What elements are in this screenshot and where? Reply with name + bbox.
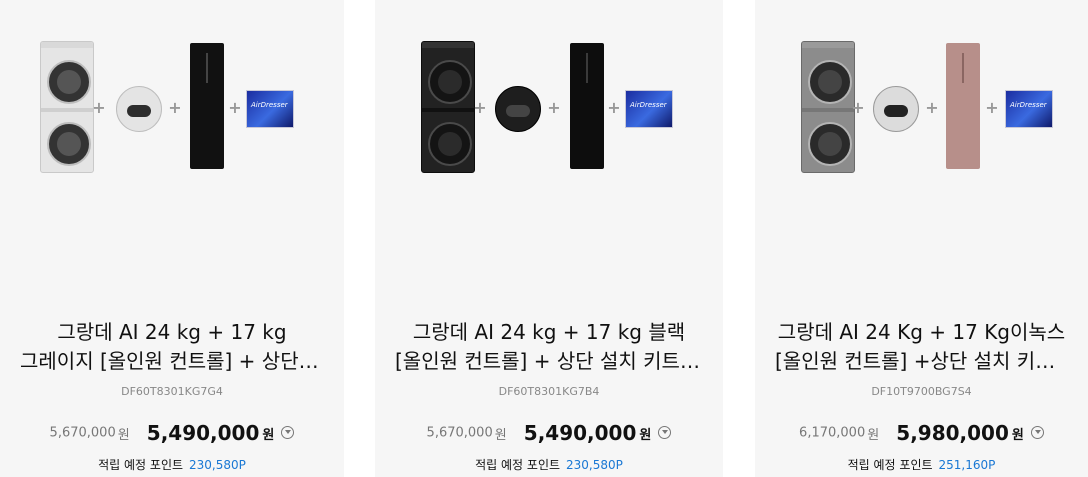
price-row: 5,670,000 원 5,490,000 원 [0, 421, 344, 445]
product-title-line1[interactable]: 그랑데 AI 24 Kg + 17 Kg이녹스 [775, 318, 1068, 347]
product-title-line1[interactable]: 그랑데 AI 24 kg + 17 kg 블랙 [395, 318, 703, 347]
airdresser-image [570, 43, 604, 169]
points-value: 230,580P [566, 458, 623, 472]
product-title-line2[interactable]: 그레이지 [올인원 컨트롤] + 상단 설치 키트 + 에어드레서 + 건조기 … [20, 347, 324, 376]
washer-dryer-stack-image [421, 41, 475, 173]
reward-points: 적립 예정 포인트 230,580P [375, 456, 723, 473]
mini-washer-image [873, 86, 919, 132]
plus-icon: + [547, 98, 561, 117]
product-image[interactable]: + + + AirDresser [375, 30, 723, 180]
kit-box-image: AirDresser [625, 90, 673, 128]
original-price: 5,670,000 [49, 425, 116, 441]
price-row: 6,170,000 원 5,980,000 원 [755, 421, 1088, 445]
airdresser-image [946, 43, 980, 169]
model-code: DF60T8301KG7G4 [121, 385, 223, 398]
reward-points: 적립 예정 포인트 251,160P [755, 456, 1088, 473]
price-info-dropdown-icon[interactable] [281, 425, 295, 439]
reward-points: 적립 예정 포인트 230,580P [0, 456, 344, 473]
original-price: 6,170,000 [799, 425, 866, 441]
model-code: DF60T8301KG7B4 [498, 385, 600, 398]
sale-price: 5,490,000 [523, 421, 637, 445]
price-info-dropdown-icon[interactable] [658, 425, 672, 439]
product-title-line2[interactable]: [올인원 컨트롤] + 상단 설치 키트 + 에어드레서 + 건조기 키트 [395, 347, 703, 376]
original-price-unit: 원 [494, 427, 507, 443]
plus-icon: + [92, 98, 106, 117]
price-row: 5,670,000 원 5,490,000 원 [375, 421, 723, 445]
points-value: 230,580P [189, 458, 246, 472]
points-label: 적립 예정 포인트 [847, 458, 933, 472]
plus-icon: + [985, 98, 999, 117]
sale-price-unit: 원 [639, 427, 652, 443]
airdresser-image [190, 43, 224, 169]
plus-icon: + [473, 98, 487, 117]
plus-icon: + [168, 98, 182, 117]
product-card[interactable]: + + + AirDresser 그랑데 AI 24 Kg + 17 Kg이녹스… [755, 0, 1088, 477]
product-card[interactable]: + + + AirDresser 그랑데 AI 24 kg + 17 kg 블랙… [375, 0, 723, 477]
kit-box-image: AirDresser [1005, 90, 1053, 128]
product-title[interactable]: 그랑데 AI 24 Kg + 17 Kg이녹스 [올인원 컨트롤] +상단 설치… [755, 318, 1088, 376]
points-label: 적립 예정 포인트 [98, 458, 184, 472]
plus-icon: + [607, 98, 621, 117]
points-label: 적립 예정 포인트 [475, 458, 561, 472]
model-code: DF10T9700BG7S4 [871, 385, 972, 398]
mini-washer-image [495, 86, 541, 132]
sale-price-unit: 원 [1011, 427, 1024, 443]
plus-icon: + [228, 98, 242, 117]
original-price: 5,670,000 [426, 425, 493, 441]
sale-price-unit: 원 [262, 427, 275, 443]
washer-dryer-stack-image [40, 41, 94, 173]
points-value: 251,160P [938, 458, 996, 472]
sale-price: 5,980,000 [896, 421, 1009, 445]
sale-price: 5,490,000 [146, 421, 260, 445]
product-title-line1[interactable]: 그랑데 AI 24 kg + 17 kg [20, 318, 324, 347]
kit-box-image: AirDresser [246, 90, 294, 128]
product-title[interactable]: 그랑데 AI 24 kg + 17 kg 블랙 [올인원 컨트롤] + 상단 설… [375, 318, 723, 376]
original-price-unit: 원 [867, 427, 880, 443]
plus-icon: + [925, 98, 939, 117]
product-image[interactable]: + + + AirDresser [755, 30, 1088, 180]
original-price-unit: 원 [117, 427, 130, 443]
product-title-line2[interactable]: [올인원 컨트롤] +상단 설치 키트 + 에어드레서 + 건조기 키트 [775, 347, 1068, 376]
plus-icon: + [851, 98, 865, 117]
product-card[interactable]: + + + AirDresser 그랑데 AI 24 kg + 17 kg 그레… [0, 0, 344, 477]
price-info-dropdown-icon[interactable] [1030, 425, 1044, 439]
product-title[interactable]: 그랑데 AI 24 kg + 17 kg 그레이지 [올인원 컨트롤] + 상단… [0, 318, 344, 376]
mini-washer-image [116, 86, 162, 132]
washer-dryer-stack-image [801, 41, 855, 173]
product-image[interactable]: + + + AirDresser [0, 30, 344, 180]
